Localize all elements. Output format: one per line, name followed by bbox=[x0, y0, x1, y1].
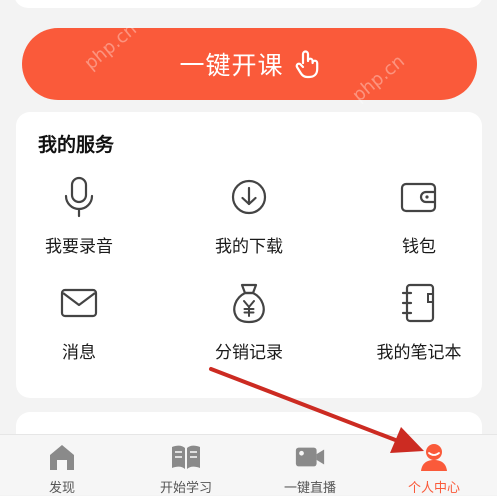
microphone-icon bbox=[56, 174, 102, 220]
tab-label: 发现 bbox=[48, 481, 75, 496]
mail-icon bbox=[56, 280, 102, 326]
tab-label: 开始学习 bbox=[159, 481, 212, 496]
tab-label: 一键直播 bbox=[283, 481, 336, 496]
video-camera-icon bbox=[294, 443, 326, 471]
tab-personal-center[interactable]: 个人中心 bbox=[372, 435, 496, 496]
service-label: 我的笔记本 bbox=[376, 343, 462, 363]
service-my-notebook[interactable]: 我的笔记本 bbox=[344, 280, 494, 370]
tab-discover[interactable]: 发现 bbox=[0, 435, 124, 496]
service-messages[interactable]: 消息 bbox=[4, 280, 154, 370]
notebook-icon bbox=[396, 280, 442, 326]
tab-one-click-live[interactable]: 一键直播 bbox=[248, 435, 372, 496]
house-icon bbox=[46, 443, 78, 471]
bottom-tab-bar: 发现 开始学习 一键直播 个人中心 bbox=[0, 434, 497, 496]
download-icon bbox=[226, 174, 272, 220]
service-record-audio[interactable]: 我要录音 bbox=[4, 174, 154, 264]
person-icon bbox=[418, 443, 450, 471]
money-bag-icon bbox=[226, 280, 272, 326]
wallet-icon bbox=[396, 174, 442, 220]
service-wallet[interactable]: 钱包 bbox=[344, 174, 494, 264]
services-card: 我的服务 我要录音 我的下载 钱包 消息 分销记录 我的笔记本 bbox=[16, 112, 482, 398]
services-title: 我的服务 bbox=[38, 134, 115, 156]
tab-label: 个人中心 bbox=[407, 481, 460, 496]
open-book-icon bbox=[170, 443, 202, 471]
service-my-downloads[interactable]: 我的下载 bbox=[174, 174, 324, 264]
service-label: 我的下载 bbox=[215, 237, 283, 257]
service-label: 消息 bbox=[62, 343, 96, 363]
service-label: 我要录音 bbox=[45, 237, 113, 257]
tab-start-learning[interactable]: 开始学习 bbox=[124, 435, 248, 496]
service-label: 钱包 bbox=[402, 237, 436, 257]
start-class-label: 一键开课 bbox=[179, 51, 284, 80]
tap-hand-icon bbox=[294, 49, 320, 79]
service-distribution-records[interactable]: 分销记录 bbox=[174, 280, 324, 370]
top-card-edge bbox=[14, 0, 483, 8]
service-label: 分销记录 bbox=[215, 343, 283, 363]
start-class-button[interactable]: 一键开课 bbox=[22, 28, 477, 100]
